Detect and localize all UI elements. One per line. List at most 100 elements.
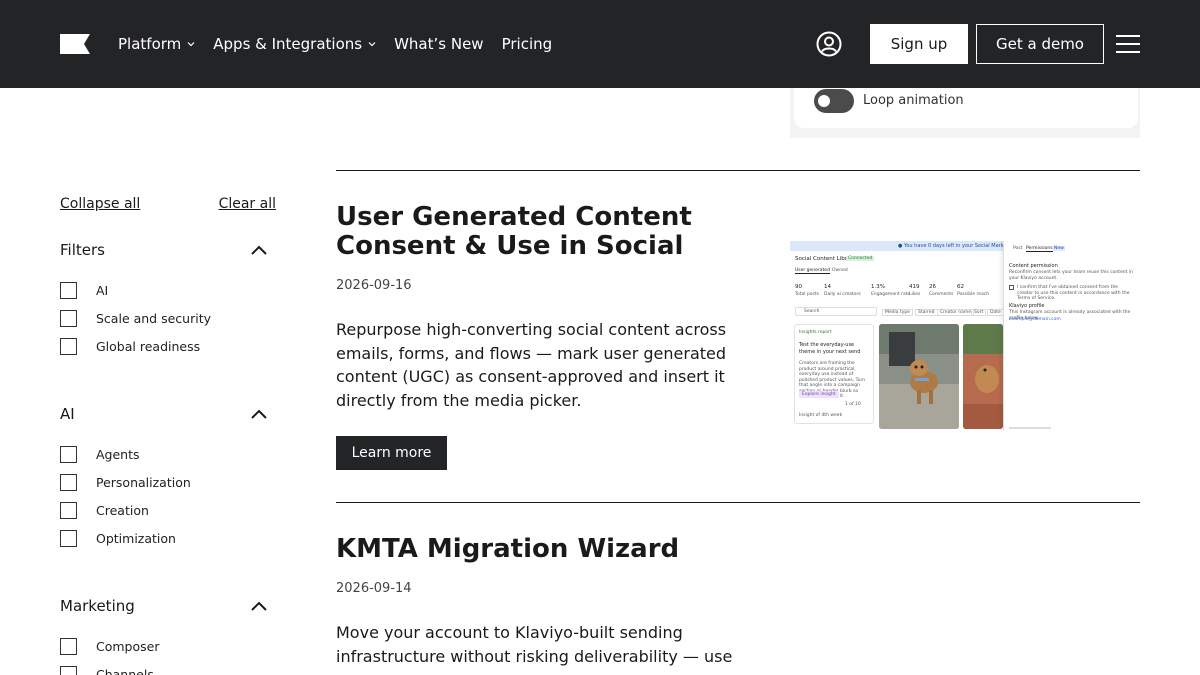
account-circle-icon[interactable] <box>816 31 842 57</box>
library-badge: Connected <box>846 256 875 261</box>
loop-animation-toggle[interactable] <box>814 89 854 113</box>
filter-actions: Collapse all Clear all <box>60 196 276 212</box>
get-a-demo-button[interactable]: Get a demo <box>976 24 1104 64</box>
stat-label: Likes <box>909 292 921 297</box>
filter-chip[interactable]: Creator name <box>937 309 974 316</box>
nav-apps-label: Apps & Integrations <box>213 35 363 53</box>
insight-badge: Insights report <box>799 330 832 335</box>
filter-option[interactable]: Channels <box>60 660 276 675</box>
search-placeholder: Search <box>804 309 820 314</box>
filter-option[interactable]: Composer <box>60 632 276 660</box>
nav-whats-new-label: What’s New <box>394 35 484 53</box>
chevron-up-icon <box>251 601 267 611</box>
learn-more-button[interactable]: Learn more <box>336 436 447 470</box>
filter-option[interactable]: Agents <box>60 440 276 468</box>
panel-scrollbar[interactable] <box>1009 427 1051 429</box>
filter-option[interactable]: Personalization <box>60 468 276 496</box>
filter-option-label: Global readiness <box>96 338 201 354</box>
filter-option-label: Optimization <box>96 530 176 546</box>
filter-chip[interactable]: Sort <box>971 309 987 316</box>
filter-option-label: Agents <box>96 446 140 462</box>
top-navigation: Platform Apps & Integrations What’s New … <box>0 0 1200 88</box>
filter-group-title: Marketing <box>60 597 135 615</box>
nav-whats-new[interactable]: What’s New <box>394 35 483 53</box>
filter-option-label: Personalization <box>96 474 191 490</box>
nav-apps-integrations[interactable]: Apps & Integrations <box>213 35 376 53</box>
entry-description: Move your account to Klaviyo-built sendi… <box>336 623 733 666</box>
nav-platform[interactable]: Platform <box>118 35 195 53</box>
checkbox[interactable] <box>60 309 77 327</box>
filter-chip[interactable]: Starred <box>915 309 938 316</box>
filter-option[interactable]: Scale and security <box>60 304 276 332</box>
chevron-down-icon <box>368 42 376 47</box>
checkbox[interactable] <box>60 665 77 675</box>
content-permission-panel: Post Permissions New Content permission … <box>1003 241 1140 431</box>
panel-profile-email[interactable]: example@domain.com <box>1009 317 1061 322</box>
entry-title: KMTA Migration Wizard <box>336 534 680 564</box>
checkbox[interactable] <box>60 445 77 463</box>
checkbox[interactable] <box>60 501 77 519</box>
clear-all-link[interactable]: Clear all <box>219 196 276 212</box>
filter-group-header[interactable]: Filters <box>60 238 276 262</box>
entry-title: User Generated Content Consent & Use in … <box>336 202 692 261</box>
collapse-all-link[interactable]: Collapse all <box>60 196 140 212</box>
ugc-photo-dog-stroller[interactable] <box>879 324 959 429</box>
checkbox[interactable] <box>60 337 77 355</box>
stat-label: Comments <box>929 292 954 297</box>
panel-tab-permissions[interactable]: Permissions <box>1026 246 1053 252</box>
explore-insight-button[interactable]: Explore insight <box>799 391 839 398</box>
panel-profile-title: Klaviyo profile <box>1009 303 1045 309</box>
insight-card: Insights report Test the everyday-use th… <box>794 324 874 424</box>
stat-value: 14 <box>824 284 831 290</box>
consent-checkbox[interactable] <box>1009 285 1014 290</box>
filter-chip[interactable]: Date <box>987 309 1004 316</box>
nav-platform-label: Platform <box>118 35 182 53</box>
filter-group-marketing: Marketing Composer Channels <box>60 594 276 675</box>
filter-group-filters: Filters AI Scale and security Global rea… <box>60 238 276 360</box>
chevron-up-icon <box>251 409 267 419</box>
filter-sidebar: Collapse all Clear all Filters AI Scale … <box>60 196 276 675</box>
stat-value: 419 <box>909 284 920 290</box>
tab-user-generated: User generated <box>795 268 830 274</box>
filter-option[interactable]: Global readiness <box>60 332 276 360</box>
insight-title: Test the everyday-use theme in your next… <box>799 342 861 355</box>
panel-section-text: Reconfirm consent lets your team reuse t… <box>1009 270 1133 281</box>
filter-group-header[interactable]: AI <box>60 402 276 426</box>
panel-tab-post[interactable]: Post <box>1013 246 1022 251</box>
filter-group-title: AI <box>60 405 75 423</box>
checkbox[interactable] <box>60 529 77 547</box>
checkbox[interactable] <box>60 281 77 299</box>
loop-animation-label: Loop animation <box>863 93 964 108</box>
nav-pricing-label: Pricing <box>501 35 553 53</box>
hamburger-menu-icon[interactable] <box>1116 35 1140 53</box>
ugc-feature-screenshot: ● You have 0 days left in your Social Ma… <box>790 241 1140 431</box>
filter-group-ai: AI Agents Personalization Creation Optim… <box>60 402 276 552</box>
stat-value: 26 <box>929 284 936 290</box>
entry-date: 2026-09-16 <box>336 278 412 293</box>
filter-option-label: Creation <box>96 502 149 518</box>
primary-nav: Platform Apps & Integrations What’s New … <box>118 0 570 88</box>
filter-option[interactable]: Creation <box>60 496 276 524</box>
social-content-library: Social Content Library Connected User ge… <box>790 251 1004 431</box>
filter-chip[interactable]: Media type <box>882 309 913 316</box>
filter-group-title: Filters <box>60 241 105 259</box>
filter-option[interactable]: Optimization <box>60 524 276 552</box>
klaviyo-logo-icon[interactable] <box>60 34 90 54</box>
filter-option-label: Composer <box>96 638 160 654</box>
insight-pager: 1 of 10 <box>845 402 861 407</box>
entry-divider <box>336 502 1140 503</box>
stat-value: 90 <box>795 284 802 290</box>
filter-option-label: Scale and security <box>96 310 212 326</box>
filter-option[interactable]: AI <box>60 276 276 304</box>
entry-description: Repurpose high-converting social content… <box>336 320 727 410</box>
checkbox[interactable] <box>60 637 77 655</box>
filter-group-header[interactable]: Marketing <box>60 594 276 618</box>
library-search-input[interactable]: Search <box>795 307 877 316</box>
stat-label: Engagement rate <box>871 292 911 297</box>
nav-pricing[interactable]: Pricing <box>502 35 553 53</box>
sign-up-button[interactable]: Sign up <box>870 24 968 64</box>
ugc-photo-dog-brick[interactable] <box>963 324 1003 429</box>
checkbox[interactable] <box>60 473 77 491</box>
filter-option-label: AI <box>96 282 109 298</box>
stat-label: Daily ai creators <box>824 292 861 297</box>
